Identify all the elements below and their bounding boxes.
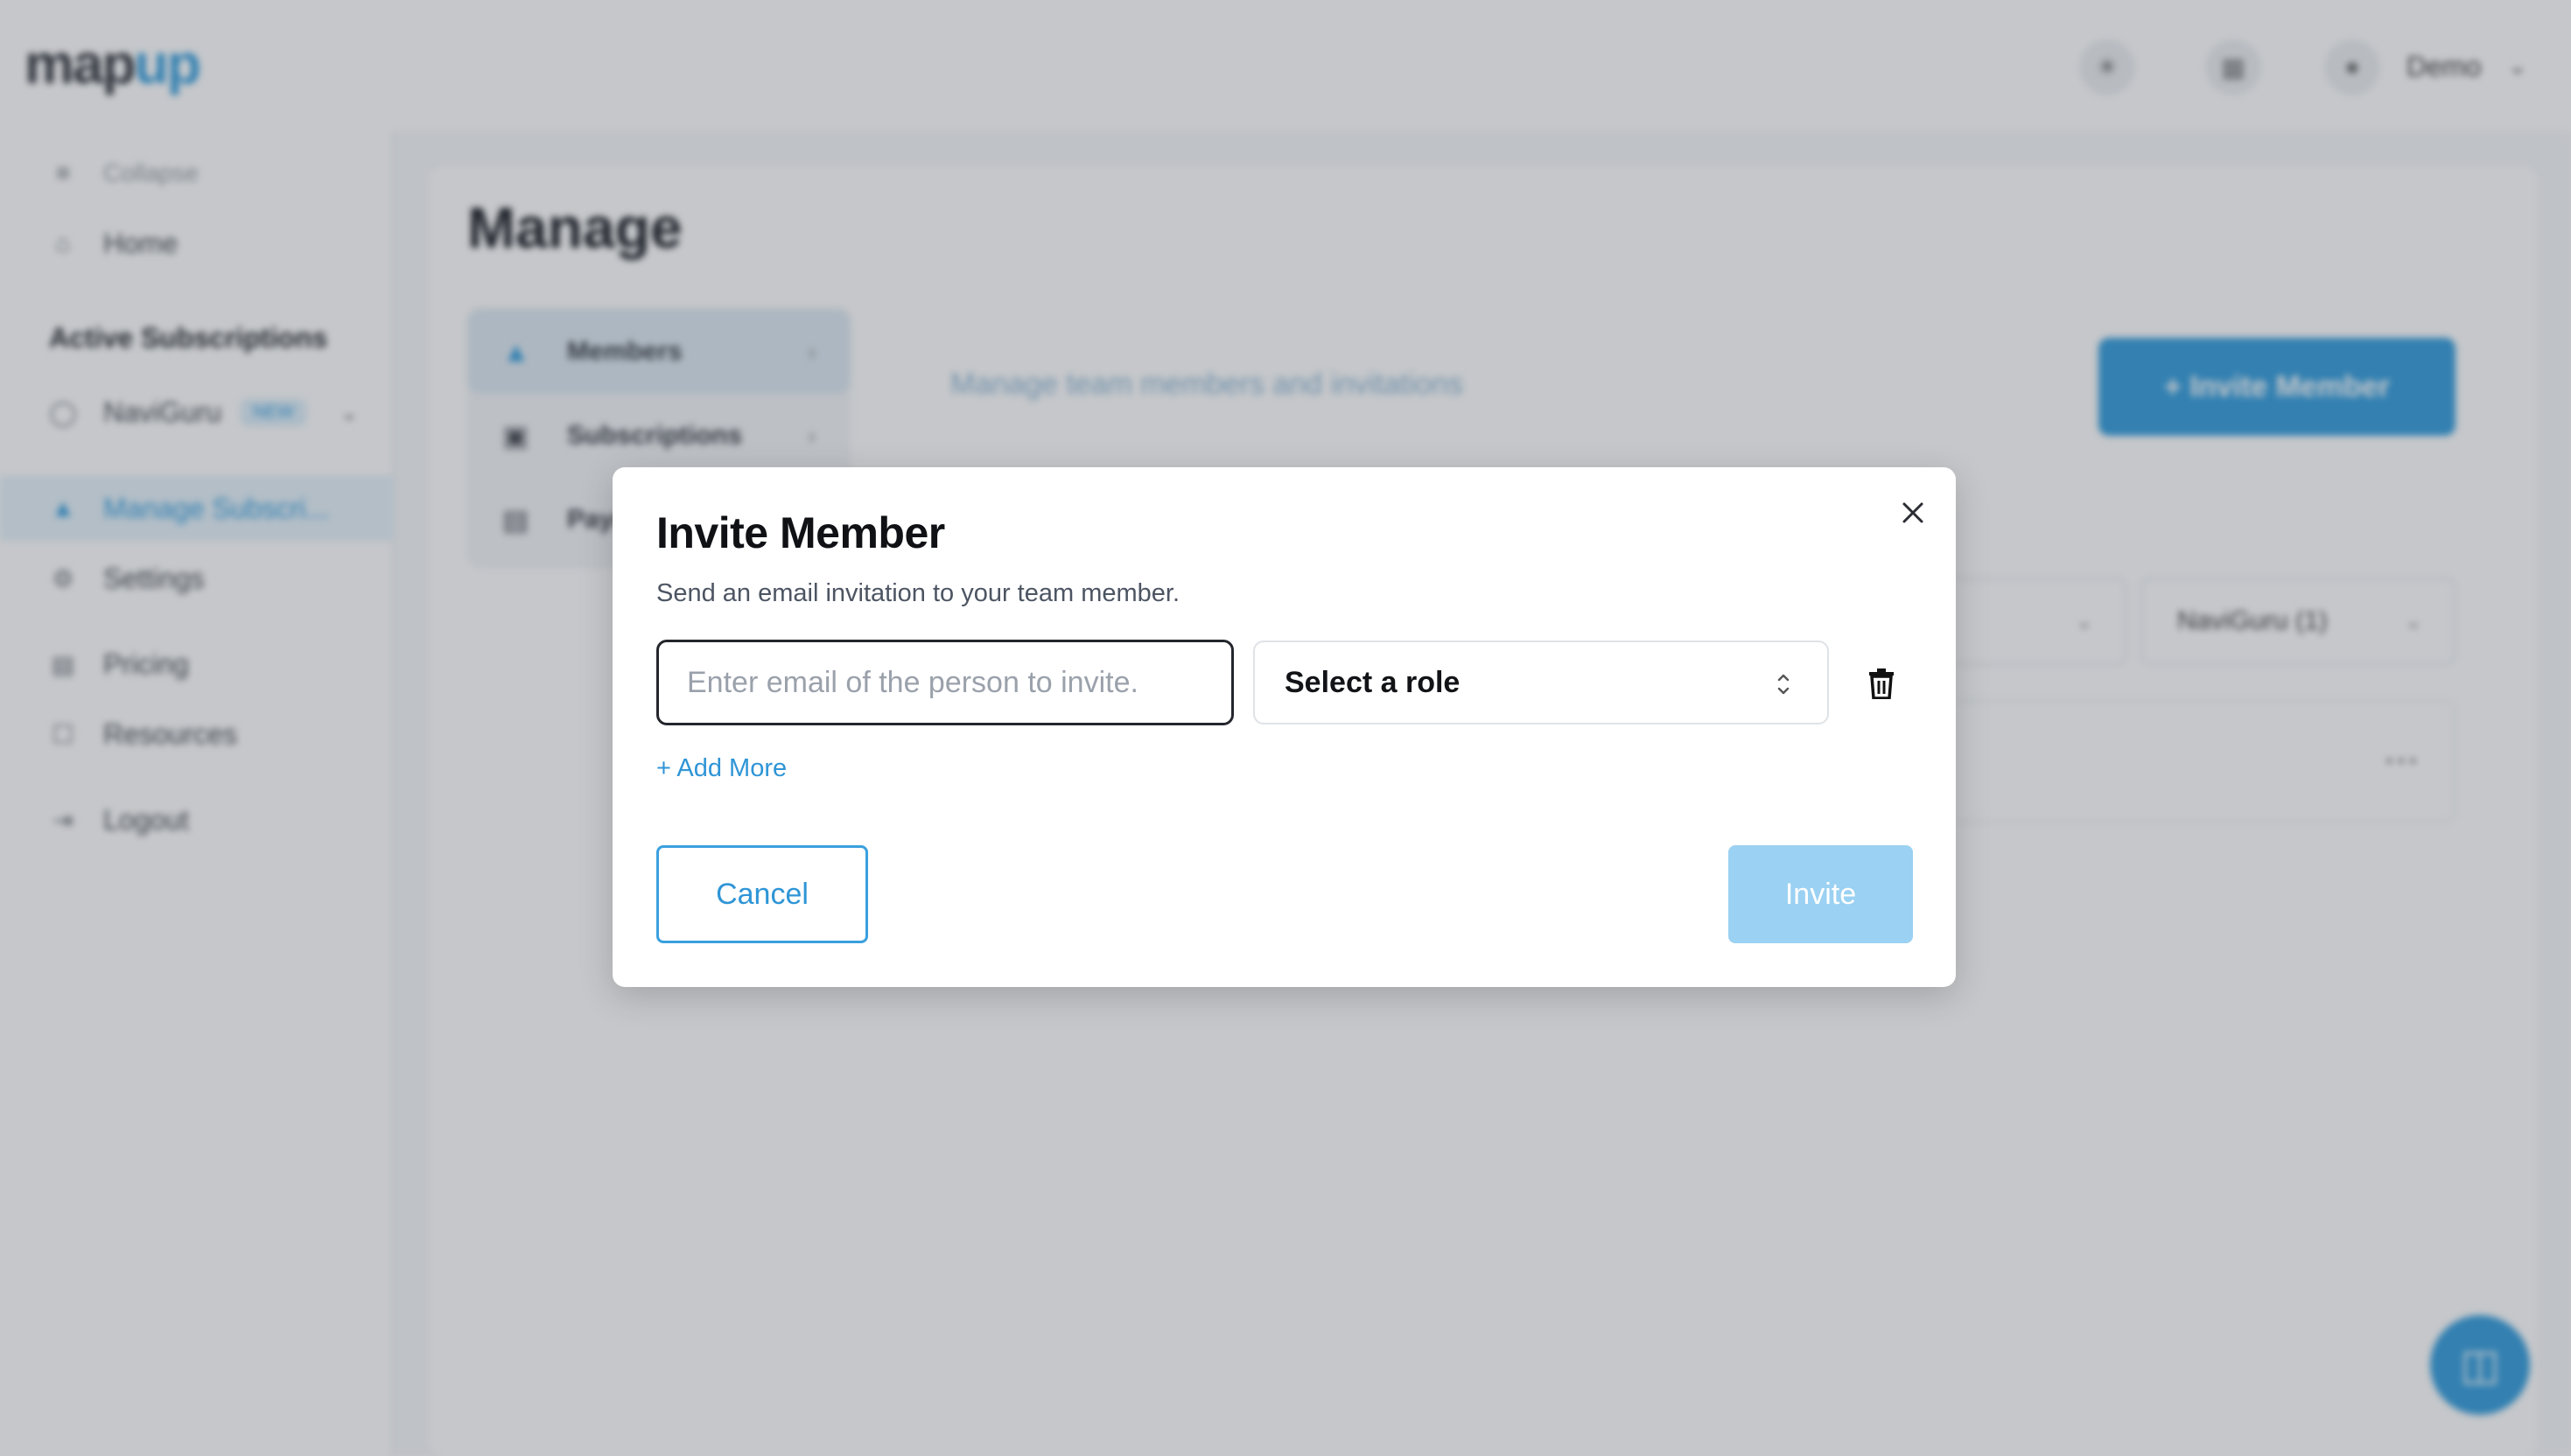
invite-button[interactable]: Invite: [1728, 845, 1913, 943]
trash-icon: [1869, 668, 1894, 699]
add-more-link[interactable]: + Add More: [656, 754, 787, 783]
chevron-up-down-icon: [1777, 674, 1790, 695]
close-icon: [1902, 502, 1923, 523]
cancel-button[interactable]: Cancel: [656, 845, 868, 943]
dialog-title: Invite Member: [656, 508, 945, 557]
dialog-description: Send an email invitation to your team me…: [656, 579, 1180, 607]
close-button[interactable]: [1895, 495, 1930, 530]
role-select-value: Select a role: [1285, 665, 1461, 699]
role-select[interactable]: Select a role: [1253, 640, 1829, 724]
email-input[interactable]: [656, 640, 1234, 725]
delete-row-button[interactable]: [1862, 662, 1901, 705]
